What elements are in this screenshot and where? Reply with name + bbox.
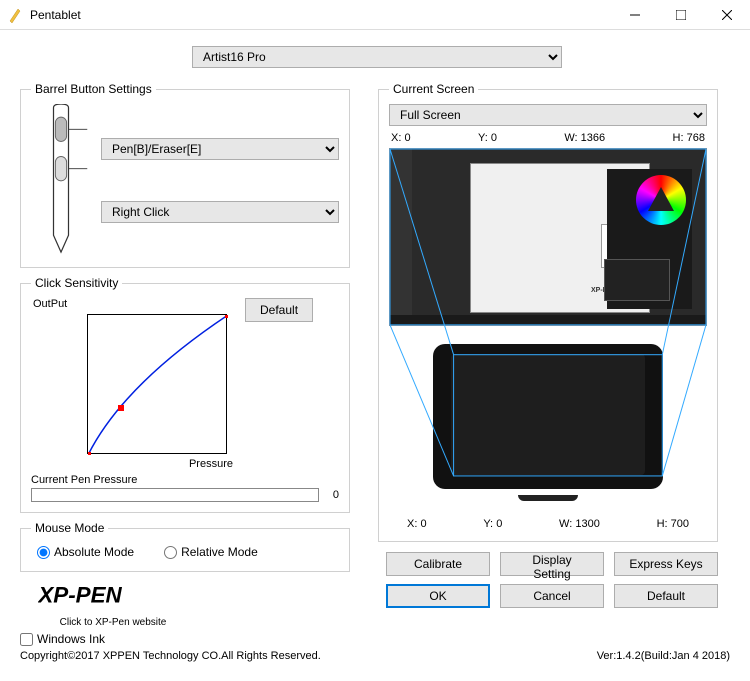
current-screen-fieldset: Current Screen Full Screen X: 0 Y: 0 W: … bbox=[378, 82, 718, 542]
app-icon bbox=[8, 7, 24, 23]
default-button[interactable]: Default bbox=[614, 584, 718, 608]
current-screen-legend: Current Screen bbox=[389, 82, 478, 96]
pressure-axis-label: Pressure bbox=[189, 458, 233, 470]
barrel-fieldset: Barrel Button Settings Pen[B]/Eraser[E] bbox=[20, 82, 350, 268]
copyright: Copyright©2017 XPPEN Technology CO.All R… bbox=[20, 650, 321, 662]
barrel-button2-select[interactable]: Right Click bbox=[101, 201, 339, 223]
tablet-coords: X: 0 Y: 0 W: 1300 H: 700 bbox=[389, 518, 707, 530]
minimize-button[interactable] bbox=[612, 0, 658, 30]
screen-coords: X: 0 Y: 0 W: 1366 H: 768 bbox=[389, 132, 707, 144]
relative-mode-radio[interactable]: Relative Mode bbox=[164, 545, 258, 559]
barrel-legend: Barrel Button Settings bbox=[31, 82, 156, 96]
version: Ver:1.4.2(Build:Jan 4 2018) bbox=[597, 650, 730, 662]
sensitivity-fieldset: Click Sensitivity OutPut Pressur bbox=[20, 276, 350, 513]
logo-subtitle[interactable]: Click to XP-Pen website bbox=[28, 617, 198, 628]
express-keys-button[interactable]: Express Keys bbox=[614, 552, 718, 576]
sensitivity-legend: Click Sensitivity bbox=[31, 276, 122, 290]
display-setting-button[interactable]: Display Setting bbox=[500, 552, 604, 576]
mouse-mode-fieldset: Mouse Mode Absolute Mode Relative Mode bbox=[20, 521, 350, 572]
barrel-button1-select[interactable]: Pen[B]/Eraser[E] bbox=[101, 138, 339, 160]
xp-pen-logo[interactable]: XP-PEN bbox=[38, 582, 188, 613]
titlebar: Pentablet bbox=[0, 0, 750, 30]
output-label: OutPut bbox=[33, 298, 67, 310]
device-select[interactable]: Artist16 Pro bbox=[192, 46, 562, 68]
mouse-mode-legend: Mouse Mode bbox=[31, 521, 108, 535]
absolute-mode-radio[interactable]: Absolute Mode bbox=[37, 545, 134, 559]
tablet-preview[interactable] bbox=[433, 344, 663, 489]
svg-text:XP-PEN: XP-PEN bbox=[38, 583, 123, 608]
screen-select[interactable]: Full Screen bbox=[389, 104, 707, 126]
pressure-bar bbox=[31, 488, 319, 502]
ok-button[interactable]: OK bbox=[386, 584, 490, 608]
cancel-button[interactable]: Cancel bbox=[500, 584, 604, 608]
close-button[interactable] bbox=[704, 0, 750, 30]
pressure-value: 0 bbox=[319, 489, 339, 501]
window-title: Pentablet bbox=[30, 8, 612, 22]
maximize-button[interactable] bbox=[658, 0, 704, 30]
windows-ink-checkbox[interactable]: Windows Ink bbox=[20, 632, 734, 646]
pressure-curve[interactable] bbox=[87, 314, 227, 454]
calibrate-button[interactable]: Calibrate bbox=[386, 552, 490, 576]
current-pressure-label: Current Pen Pressure bbox=[31, 474, 339, 486]
sensitivity-default-button[interactable]: Default bbox=[245, 298, 313, 322]
pen-diagram bbox=[31, 104, 91, 257]
screen-preview[interactable]: XP-PEN bbox=[389, 148, 707, 326]
